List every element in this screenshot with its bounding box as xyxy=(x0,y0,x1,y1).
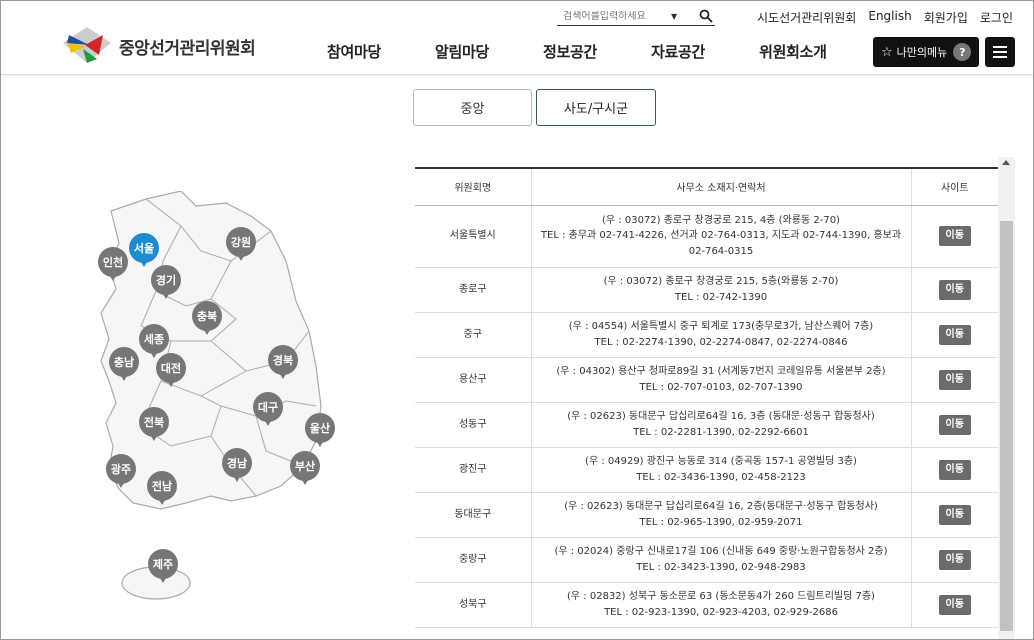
table-row: 종로구 (우 : 03072) 종로구 창경궁로 215, 5층(와룡동 2-7… xyxy=(415,267,998,313)
committee-name: 종로구 xyxy=(415,267,532,313)
korea-map: 서울 인천 경기 강원 충북 세종 충남 대전 경북 대구 울산 전북 경남 부… xyxy=(71,190,391,611)
committee-address: (우 : 02832) 성북구 동소문로 63 (동소문동4가 260 드림트리… xyxy=(531,582,912,628)
search-input[interactable] xyxy=(557,11,669,22)
committee-address: (우 : 04554) 서울특별시 중구 퇴계로 173(충무로3가, 남산스퀘… xyxy=(531,312,912,358)
map-pin-ulsan[interactable]: 울산 xyxy=(305,413,335,451)
committee-address: (우 : 04302) 용산구 청파로89길 31 (서계동7번지 코레일유통 … xyxy=(531,357,912,403)
table-row: 중구 (우 : 04554) 서울특별시 중구 퇴계로 173(충무로3가, 남… xyxy=(415,312,998,358)
star-icon: ☆ xyxy=(881,44,893,60)
help-icon[interactable]: ? xyxy=(953,43,972,61)
go-button[interactable]: 이동 xyxy=(938,414,971,435)
table-row: 용산구 (우 : 04302) 용산구 청파로89길 31 (서계동7번지 코레… xyxy=(415,357,998,403)
header-committee: 위원회명 xyxy=(415,169,532,206)
go-button[interactable]: 이동 xyxy=(938,504,971,525)
nav-resources[interactable]: 자료공간 xyxy=(651,41,705,62)
map-pin-incheon[interactable]: 인천 xyxy=(98,247,128,285)
page-frame: 중앙선거관리위원회 ▼ 시도선거관리위원회 English 회원가입 로그인 참… xyxy=(0,0,1034,640)
table-row: 성북구 (우 : 02832) 성북구 동소문로 63 (동소문동4가 260 … xyxy=(415,582,998,628)
committee-address: (우 : 02623) 동대문구 답십리로64길 16, 3층 (동대문·성동구… xyxy=(531,402,912,448)
my-menu-button[interactable]: ☆ 나만의메뉴 ? xyxy=(873,37,979,67)
map-pin-gangwon[interactable]: 강원 xyxy=(226,227,256,265)
committee-address: (우 : 03072) 종로구 창경궁로 215, 4층 (와룡동 2-70) T… xyxy=(531,205,912,268)
map-pin-jeonnam[interactable]: 전남 xyxy=(147,471,177,509)
map-pin-chungnam[interactable]: 충남 xyxy=(109,347,139,385)
map-pin-daejeon[interactable]: 대전 xyxy=(156,353,186,391)
table-row: 광진구 (우 : 04929) 광진구 능동로 314 (중곡동 157-1 공… xyxy=(415,447,998,493)
go-button[interactable]: 이동 xyxy=(938,459,971,480)
committee-name: 성동구 xyxy=(415,402,532,448)
map-pin-daegu[interactable]: 대구 xyxy=(253,392,283,430)
go-button[interactable]: 이동 xyxy=(938,324,971,345)
site-header: 중앙선거관리위원회 ▼ 시도선거관리위원회 English 회원가입 로그인 참… xyxy=(1,1,1033,75)
search-icon[interactable] xyxy=(699,9,713,23)
table-row: 성동구 (우 : 02623) 동대문구 답십리로64길 16, 3층 (동대문… xyxy=(415,402,998,448)
top-link-english[interactable]: English xyxy=(868,9,911,26)
scrollbar-thumb[interactable] xyxy=(1000,221,1013,631)
logo[interactable]: 중앙선거관리위원회 xyxy=(61,25,256,67)
committee-address: (우 : 02623) 동대문구 답십리로64길 16, 2층(동대문구·성동구… xyxy=(531,492,912,538)
committee-table: 위원회명 사무소 소재지·연락처 사이트 서울특별시 (우 : 03072) 종… xyxy=(415,169,998,628)
nav-notice[interactable]: 알림마당 xyxy=(435,41,489,62)
go-button[interactable]: 이동 xyxy=(938,594,971,615)
header-site: 사이트 xyxy=(911,169,998,206)
main-nav: 참여마당 알림마당 정보공간 자료공간 위원회소개 xyxy=(327,41,881,62)
table-scrollbar[interactable] xyxy=(998,157,1015,639)
top-links: 시도선거관리위원회 English 회원가입 로그인 xyxy=(757,9,1013,26)
my-menu-label: 나만의메뉴 xyxy=(896,46,948,59)
scroll-up-icon[interactable] xyxy=(1002,160,1010,165)
committee-table-wrap: 위원회명 사무소 소재지·연락처 사이트 서울특별시 (우 : 03072) 종… xyxy=(415,167,998,639)
map-pin-gyeongbuk[interactable]: 경북 xyxy=(268,345,298,383)
nec-logo-icon xyxy=(63,27,111,63)
table-row: 동대문구 (우 : 02623) 동대문구 답십리로64길 16, 2층(동대문… xyxy=(415,492,998,538)
map-pin-busan[interactable]: 부산 xyxy=(290,451,320,489)
top-link-regional[interactable]: 시도선거관리위원회 xyxy=(757,9,856,26)
nav-info[interactable]: 정보공간 xyxy=(543,41,597,62)
map-pin-gyeongnam[interactable]: 경남 xyxy=(222,448,252,486)
committee-name: 서울특별시 xyxy=(415,205,532,268)
committee-name: 용산구 xyxy=(415,357,532,403)
map-pin-gyeonggi[interactable]: 경기 xyxy=(151,265,181,303)
logo-text: 중앙선거관리위원회 xyxy=(119,38,256,59)
tab-central[interactable]: 중앙 xyxy=(413,89,532,126)
committee-name: 동대문구 xyxy=(415,492,532,538)
map-pin-jeju[interactable]: 제주 xyxy=(148,549,178,587)
committee-name: 성북구 xyxy=(415,582,532,628)
header-address: 사무소 소재지·연락처 xyxy=(531,169,912,206)
committee-name: 중구 xyxy=(415,312,532,358)
nav-about[interactable]: 위원회소개 xyxy=(759,41,827,62)
chevron-down-icon[interactable]: ▼ xyxy=(671,12,677,21)
committee-address: (우 : 02024) 중랑구 신내로17길 106 (신내동 649 중랑·노… xyxy=(531,537,912,583)
map-pin-gwangju[interactable]: 광주 xyxy=(106,454,136,492)
go-button[interactable]: 이동 xyxy=(938,279,971,300)
go-button[interactable]: 이동 xyxy=(938,369,971,390)
table-row: 서울특별시 (우 : 03072) 종로구 창경궁로 215, 4층 (와룡동 … xyxy=(415,205,998,268)
committee-address: (우 : 04929) 광진구 능동로 314 (중곡동 157-1 공영빌딩 … xyxy=(531,447,912,493)
committee-name: 중랑구 xyxy=(415,537,532,583)
table-header-row: 위원회명 사무소 소재지·연락처 사이트 xyxy=(415,169,998,206)
hamburger-menu-button[interactable] xyxy=(985,37,1015,67)
map-pin-chungbuk[interactable]: 충북 xyxy=(192,301,222,339)
committee-address: (우 : 03072) 종로구 창경궁로 215, 5층(와룡동 2-70) TE… xyxy=(531,267,912,313)
top-link-login[interactable]: 로그인 xyxy=(980,9,1013,26)
table-row: 중랑구 (우 : 02024) 중랑구 신내로17길 106 (신내동 649 … xyxy=(415,537,998,583)
top-link-signup[interactable]: 회원가입 xyxy=(924,9,968,26)
menu-icon xyxy=(993,46,1007,48)
map-pin-jeonbuk[interactable]: 전북 xyxy=(139,407,169,445)
search-box[interactable]: ▼ xyxy=(557,8,715,26)
nav-participation[interactable]: 참여마당 xyxy=(327,41,381,62)
tab-regional[interactable]: 사도/구시군 xyxy=(536,89,656,126)
committee-name: 광진구 xyxy=(415,447,532,493)
go-button[interactable]: 이동 xyxy=(938,549,971,570)
go-button[interactable]: 이동 xyxy=(938,226,971,246)
